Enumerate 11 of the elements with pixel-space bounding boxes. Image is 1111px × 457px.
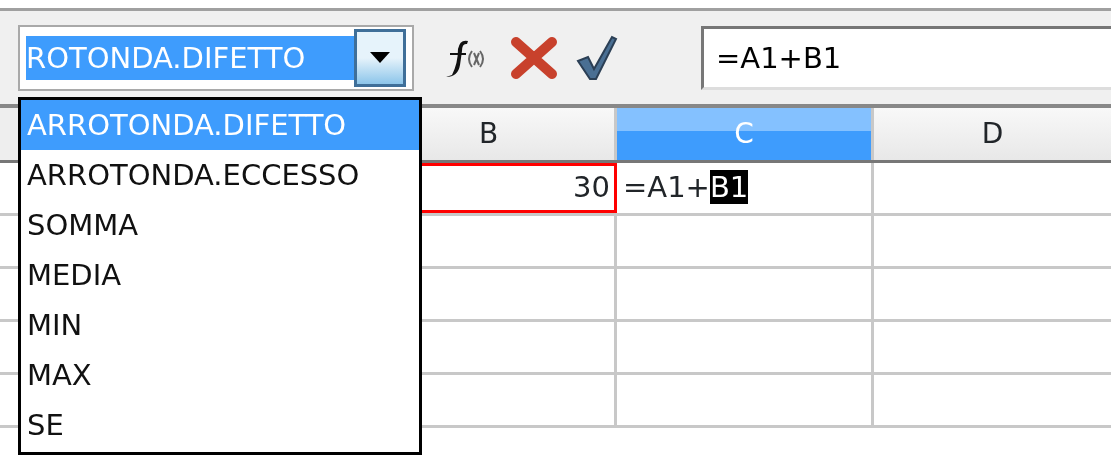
function-list-item[interactable]: MIN	[21, 300, 419, 350]
table-cell: =A1+B1	[617, 163, 874, 213]
dropdown-button[interactable]	[354, 28, 406, 87]
formula-input[interactable]: =A1+B1	[701, 25, 1111, 90]
name-box-text: ROTONDA.DIFETTO	[26, 35, 354, 80]
function-list-item[interactable]: MEDIA	[21, 250, 419, 300]
function-list-item[interactable]: MAX	[21, 350, 419, 400]
caret-icon	[370, 51, 390, 64]
function-list-item[interactable]: SE	[21, 400, 419, 450]
cancel-icon[interactable]	[510, 35, 558, 80]
column-header[interactable]: D	[874, 108, 1111, 160]
